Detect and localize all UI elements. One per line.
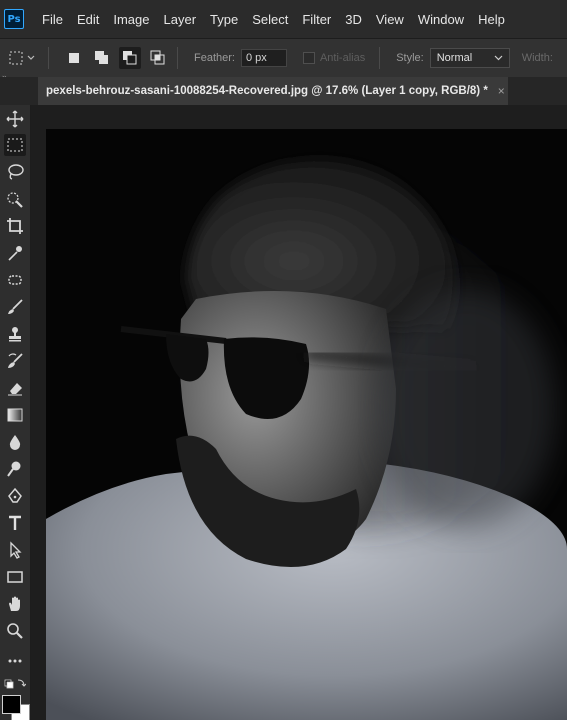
blur-tool[interactable] xyxy=(4,431,26,453)
menu-type[interactable]: Type xyxy=(210,12,238,27)
lasso-tool-icon xyxy=(8,164,24,180)
menu-image[interactable]: Image xyxy=(113,12,149,27)
type-tool[interactable] xyxy=(4,512,26,534)
photoshop-logo[interactable]: Ps xyxy=(4,9,24,29)
more-tools-icon xyxy=(8,659,22,663)
document-tab-bar: pexels-behrouz-sasani-10088254-Recovered… xyxy=(0,77,567,106)
menu-bar: Ps File Edit Image Layer Type Select Fil… xyxy=(0,0,567,38)
hand-tool-icon xyxy=(9,596,20,611)
document-tab-title: pexels-behrouz-sasani-10088254-Recovered… xyxy=(46,85,488,97)
menu-file[interactable]: File xyxy=(42,12,63,27)
tool-preset-picker[interactable] xyxy=(6,47,40,69)
lasso-tool[interactable] xyxy=(4,161,26,183)
type-tool-icon xyxy=(9,515,21,530)
document-workspace[interactable] xyxy=(31,105,567,720)
crop-tool[interactable] xyxy=(4,215,26,237)
document-canvas[interactable] xyxy=(46,129,567,720)
brush-tool[interactable] xyxy=(4,296,26,318)
zoom-tool-icon xyxy=(7,623,23,639)
path-selection-tool-icon xyxy=(10,541,22,559)
rectangle-tool-icon xyxy=(7,571,23,583)
menu-filter[interactable]: Filter xyxy=(302,12,331,27)
path-selection-tool[interactable] xyxy=(4,539,26,561)
style-select[interactable]: Normal xyxy=(429,48,510,68)
menu-help[interactable]: Help xyxy=(478,12,505,27)
add-selection-icon xyxy=(95,51,108,64)
color-swap-controls[interactable] xyxy=(4,677,26,691)
subtract-selection-icon xyxy=(123,51,137,65)
subtract-from-selection-button[interactable] xyxy=(119,47,141,69)
close-icon[interactable]: × xyxy=(498,84,505,98)
dodge-tool-icon xyxy=(7,461,21,477)
intersect-selection-button[interactable] xyxy=(147,47,169,69)
eyedropper-tool[interactable] xyxy=(4,242,26,264)
options-divider xyxy=(48,47,49,69)
options-divider xyxy=(379,47,381,69)
spot-healing-brush-icon xyxy=(8,275,22,285)
rectangular-marquee-tool[interactable] xyxy=(4,134,26,156)
style-label: Style: xyxy=(396,52,424,64)
width-label: Width: xyxy=(521,52,553,64)
gradient-tool-icon xyxy=(7,408,23,422)
photoshop-window: Ps File Edit Image Layer Type Select Fil… xyxy=(0,0,567,720)
quick-selection-tool-icon xyxy=(7,192,23,208)
options-divider xyxy=(177,47,178,69)
menu-view[interactable]: View xyxy=(376,12,404,27)
portrait-image xyxy=(46,129,567,720)
menu-select[interactable]: Select xyxy=(252,12,288,27)
document-tab[interactable]: pexels-behrouz-sasani-10088254-Recovered… xyxy=(38,77,508,105)
new-selection-icon xyxy=(69,53,79,63)
feather-input[interactable]: 0 px xyxy=(240,49,287,67)
menu-edit[interactable]: Edit xyxy=(77,12,99,27)
new-selection-button[interactable] xyxy=(63,47,85,69)
zoom-tool[interactable] xyxy=(4,620,26,642)
rectangular-marquee-tool-icon xyxy=(7,138,23,152)
clone-stamp-tool-icon xyxy=(9,327,21,342)
menu-window[interactable]: Window xyxy=(418,12,464,27)
more-tools-button[interactable] xyxy=(4,650,26,672)
brush-tool-icon xyxy=(8,299,23,314)
antialias-label: Anti-alias xyxy=(319,52,366,64)
menu-layer[interactable]: Layer xyxy=(164,12,197,27)
history-brush-icon xyxy=(8,353,23,368)
clone-stamp-tool[interactable] xyxy=(4,323,26,345)
feather-label: Feather: xyxy=(194,52,235,64)
antialias-checkbox[interactable] xyxy=(302,52,315,64)
eraser-tool[interactable] xyxy=(4,377,26,399)
move-tool[interactable] xyxy=(4,108,26,130)
style-select-value: Normal xyxy=(436,52,473,64)
marquee-preset-icon xyxy=(9,51,35,65)
hand-tool[interactable] xyxy=(4,593,26,615)
add-to-selection-button[interactable] xyxy=(91,47,113,69)
swap-colors-icon xyxy=(4,679,26,689)
pen-tool-icon xyxy=(8,487,22,503)
crop-tool-icon xyxy=(7,218,23,234)
quick-selection-tool[interactable] xyxy=(4,188,26,210)
gradient-tool[interactable] xyxy=(4,404,26,426)
options-bar: Feather: 0 px Anti-alias Style: Normal W… xyxy=(0,38,567,78)
tools-panel xyxy=(0,105,31,720)
intersect-selection-icon xyxy=(150,50,165,65)
eraser-tool-icon xyxy=(8,383,22,396)
menu-3d[interactable]: 3D xyxy=(345,12,362,27)
chevron-down-icon xyxy=(494,55,503,61)
foreground-color-swatch[interactable] xyxy=(2,695,21,714)
eyedropper-tool-icon xyxy=(8,246,22,261)
move-tool-icon xyxy=(6,110,24,128)
spot-healing-brush-tool[interactable] xyxy=(4,269,26,291)
pen-tool[interactable] xyxy=(4,485,26,507)
rectangle-tool[interactable] xyxy=(4,566,26,588)
blur-tool-icon xyxy=(9,435,21,450)
history-brush-tool[interactable] xyxy=(4,350,26,372)
dodge-tool[interactable] xyxy=(4,458,26,480)
